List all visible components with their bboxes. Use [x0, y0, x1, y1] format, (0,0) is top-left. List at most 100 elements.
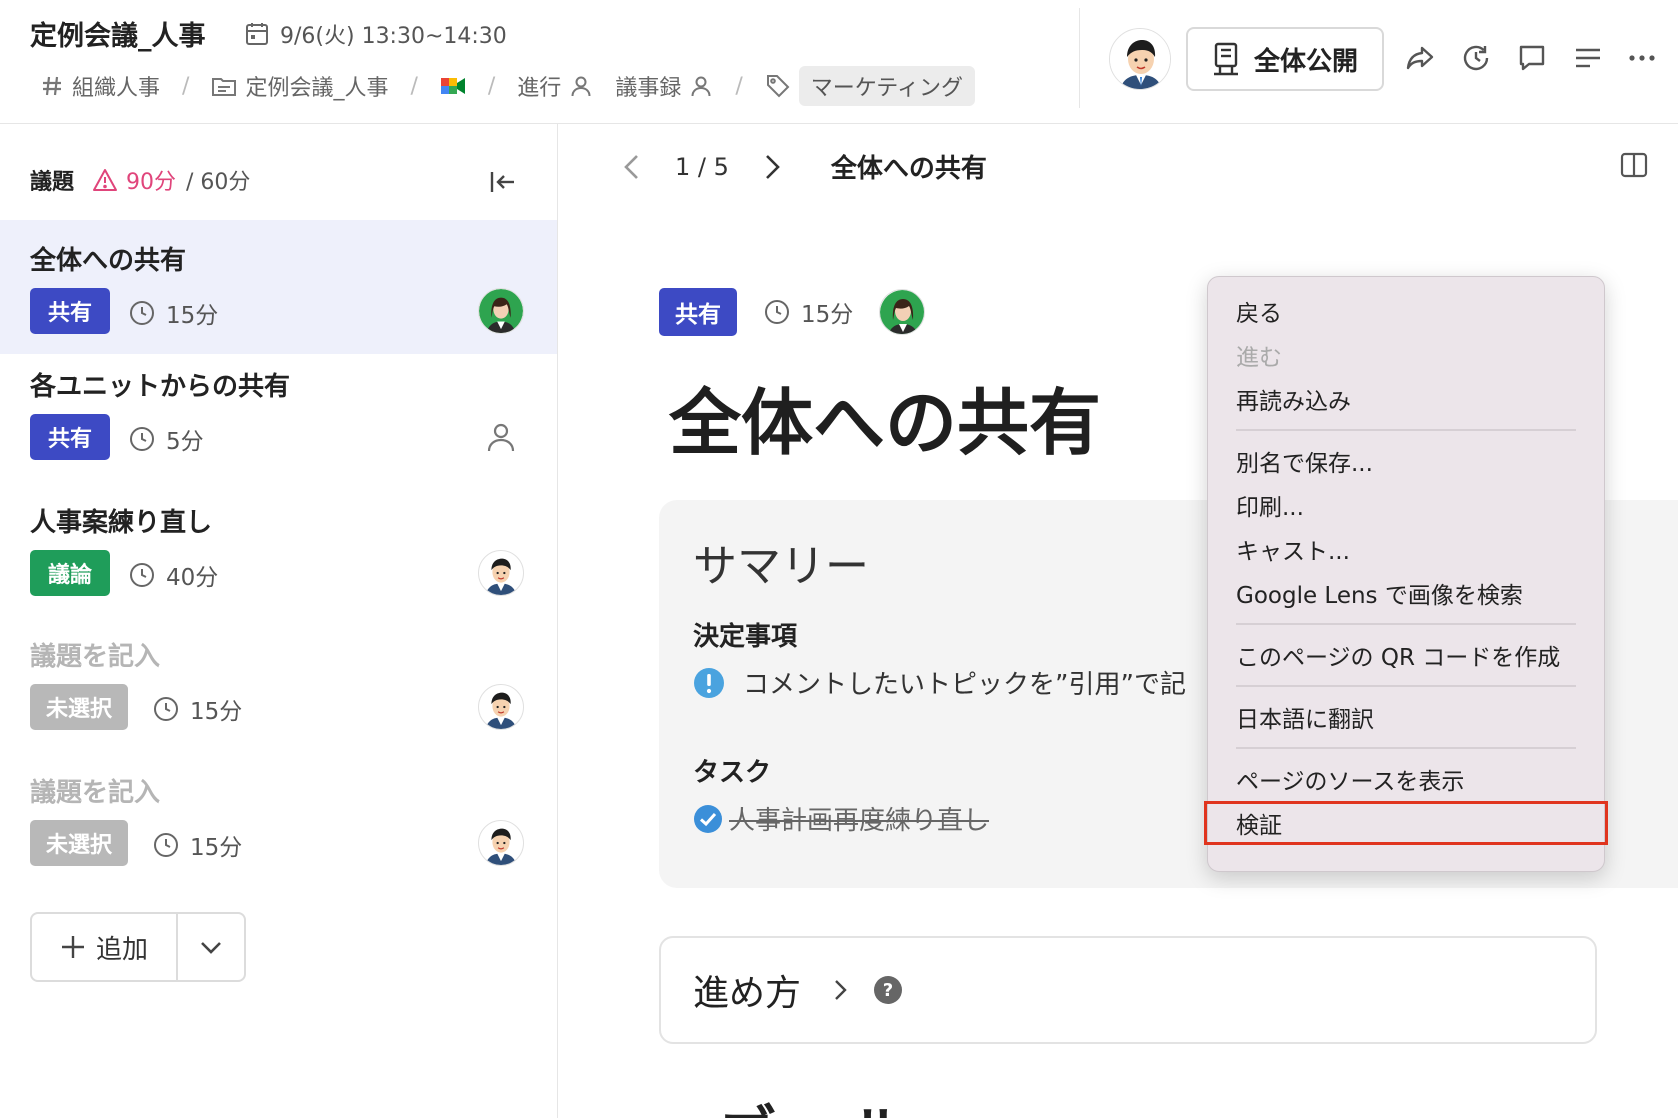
total-time: 90分: [126, 170, 177, 195]
topic-title-placeholder[interactable]: 議題を記入: [30, 772, 160, 809]
meeting-datetime[interactable]: 9/6(火) 13:30~14:30: [244, 18, 507, 50]
agenda-topic-item[interactable]: 人事案練り直し 議論 40分: [0, 482, 557, 616]
presenter-avatar[interactable]: [478, 684, 524, 730]
user-avatar[interactable]: [1109, 28, 1171, 90]
folder-doc-icon: [211, 74, 237, 98]
tag-field[interactable]: マーケティング: [765, 66, 975, 106]
add-topic-group: 追加: [30, 912, 246, 982]
comment-button[interactable]: [1514, 40, 1550, 76]
task-item[interactable]: 人事計画再度練り直し: [693, 800, 989, 837]
check-circle-icon[interactable]: [693, 804, 723, 834]
facilitator-field[interactable]: 進行: [517, 70, 593, 102]
topic-duration[interactable]: 5分: [128, 422, 204, 456]
chevron-down-icon: [198, 934, 224, 960]
google-meet-link[interactable]: [440, 75, 466, 97]
menu-item-translate[interactable]: 日本語に翻訳: [1208, 695, 1604, 739]
pager-position: 1 / 5: [675, 152, 729, 181]
calendar-icon: [244, 21, 270, 47]
decisions-label: 決定事項: [693, 622, 798, 652]
agenda-topic-item[interactable]: 各ユニットからの共有 共有 5分: [0, 346, 557, 480]
header-bar: 定例会議_人事 9/6(火) 13:30~14:30 組織人事 / 定例会議_人…: [0, 0, 1678, 124]
menu-item-save-as[interactable]: 別名で保存...: [1208, 439, 1604, 483]
duration-text: 15分: [190, 699, 243, 725]
comment-icon: [1517, 43, 1547, 73]
topic-duration[interactable]: 15分: [152, 692, 242, 726]
breadcrumb-fade: [1040, 66, 1080, 110]
menu-separator: [1236, 747, 1576, 749]
topic-title: 全体への共有: [30, 246, 187, 276]
chevron-right-icon[interactable]: [761, 153, 783, 181]
more-icon: [1627, 43, 1657, 73]
assign-presenter-button[interactable]: [478, 414, 524, 460]
pager-current-title: 全体への共有: [830, 154, 987, 184]
topic-type-badge[interactable]: 議論: [30, 550, 110, 596]
menu-separator: [1236, 429, 1576, 431]
topic-type-badge[interactable]: 未選択: [30, 820, 129, 866]
agenda-topic-item[interactable]: 全体への共有 共有 15分: [0, 220, 557, 354]
list-icon: [1573, 43, 1603, 73]
meeting-title[interactable]: 定例会議_人事: [30, 14, 206, 53]
menu-separator: [1236, 623, 1576, 625]
collapse-sidebar-button[interactable]: [484, 164, 520, 200]
presenter-avatar[interactable]: [478, 550, 524, 596]
history-icon: [1461, 43, 1491, 73]
breadcrumb-separator: /: [410, 73, 418, 99]
topic-type-badge[interactable]: 未選択: [30, 684, 129, 730]
topic-title-placeholder[interactable]: 議題を記入: [30, 636, 160, 673]
minutes-field[interactable]: 議事録: [615, 70, 713, 102]
summary-title: サマリー: [693, 541, 869, 592]
visibility-button[interactable]: 全体公開: [1186, 27, 1384, 91]
more-button[interactable]: [1624, 40, 1660, 76]
menu-item-inspect[interactable]: 検証: [1204, 801, 1608, 845]
help-icon[interactable]: ?: [873, 975, 903, 1005]
total-time-warning: 90分: [92, 164, 176, 196]
svg-text:?: ?: [883, 980, 893, 1001]
topic-duration[interactable]: 15分: [763, 295, 853, 329]
history-button[interactable]: [1458, 40, 1494, 76]
add-topic-dropdown[interactable]: [178, 914, 244, 980]
topic-type-badge[interactable]: 共有: [659, 288, 737, 336]
howto-section[interactable]: 進め方 ?: [659, 936, 1597, 1044]
split-view-button[interactable]: [1619, 150, 1653, 184]
agenda-topic-item[interactable]: 議題を記入 未選択 15分: [0, 752, 557, 886]
breadcrumb-separator: /: [182, 73, 190, 99]
next-section-heading: ゴール: [659, 1086, 915, 1118]
outline-button[interactable]: [1570, 40, 1606, 76]
presenter-avatar[interactable]: [879, 289, 926, 335]
topic-title[interactable]: 全体への共有: [669, 364, 1101, 469]
tag-chip[interactable]: マーケティング: [798, 66, 975, 106]
topic-type-badge[interactable]: 共有: [30, 414, 110, 460]
minutes-label: 議事録: [615, 76, 682, 101]
breadcrumb-folder-label: 定例会議_人事: [245, 76, 389, 101]
topic-duration[interactable]: 15分: [128, 296, 218, 330]
presenter-avatar[interactable]: [478, 820, 524, 866]
agenda-label: 議題: [30, 170, 75, 195]
menu-item-view-source[interactable]: ページのソースを表示: [1208, 757, 1604, 801]
topic-meta: 共有 15分: [659, 288, 926, 336]
topic-duration[interactable]: 15分: [152, 828, 242, 862]
chevron-left-icon[interactable]: [621, 153, 643, 181]
agenda-topic-item[interactable]: 議題を記入 未選択 15分: [0, 616, 557, 750]
breadcrumb-channel[interactable]: 組織人事: [40, 70, 160, 102]
duration-text: 40分: [166, 565, 219, 591]
menu-item-print[interactable]: 印刷...: [1208, 483, 1604, 527]
browser-context-menu: 戻る 進む 再読み込み 別名で保存... 印刷... キャスト... Googl…: [1204, 276, 1608, 872]
task-text: 人事計画再度練り直し: [729, 806, 990, 836]
menu-item-cast[interactable]: キャスト...: [1208, 527, 1604, 571]
topic-type-badge[interactable]: 共有: [30, 288, 110, 334]
menu-item-google-lens[interactable]: Google Lens で画像を検索: [1208, 571, 1604, 615]
duration-text: 15分: [801, 302, 854, 328]
breadcrumb-folder[interactable]: 定例会議_人事: [211, 70, 388, 102]
planned-time: / 60分: [186, 170, 251, 195]
person-icon: [485, 421, 517, 453]
header-divider: [1079, 8, 1080, 108]
decision-item[interactable]: コメントしたいトピックを”引用”で記: [693, 664, 1186, 701]
menu-item-reload[interactable]: 再読み込み: [1208, 377, 1604, 421]
presenter-avatar[interactable]: [478, 288, 524, 334]
share-button[interactable]: [1402, 40, 1438, 76]
topic-title: 各ユニットからの共有: [30, 372, 291, 402]
topic-duration[interactable]: 40分: [128, 558, 218, 592]
menu-item-qr-code[interactable]: このページの QR コードを作成: [1208, 633, 1604, 677]
add-topic-button[interactable]: 追加: [32, 914, 178, 980]
menu-item-back[interactable]: 戻る: [1208, 289, 1604, 333]
